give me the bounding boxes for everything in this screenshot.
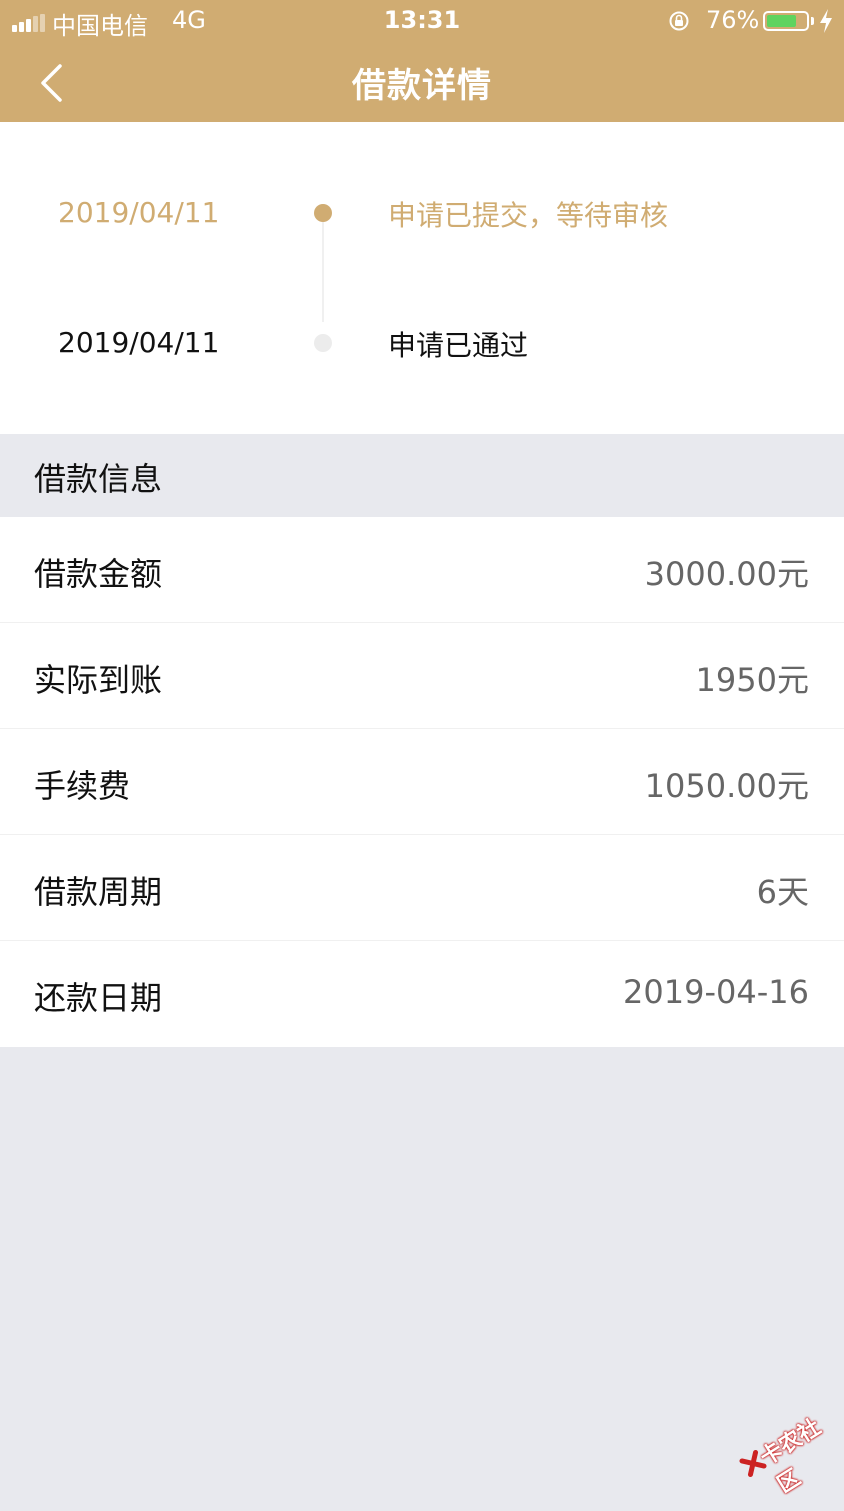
info-label: 手续费	[34, 767, 131, 805]
info-row-loan-period: 借款周期 6天	[0, 835, 844, 941]
info-value: 6天	[756, 873, 809, 911]
nav-bar: 借款详情	[0, 44, 844, 122]
info-value: 2019-04-16	[623, 973, 809, 1011]
info-value: 1050.00元	[644, 767, 809, 805]
info-row-actual-received: 实际到账 1950元	[0, 623, 844, 729]
info-value: 1950元	[695, 661, 809, 699]
timeline-step-text: 申请已提交，等待审核	[388, 199, 669, 232]
timeline-step-text: 申请已通过	[388, 329, 529, 362]
info-row-repayment-date: 还款日期 2019-04-16	[0, 941, 844, 1047]
battery-icon	[763, 11, 809, 31]
rotation-lock-icon	[669, 11, 689, 31]
section-title: 借款信息	[34, 460, 163, 498]
info-label: 实际到账	[34, 661, 163, 699]
charging-bolt-icon	[820, 9, 832, 33]
progress-timeline: 2019/04/11 申请已提交，等待审核 2019/04/11 申请已通过	[0, 122, 844, 434]
timeline-connector	[322, 222, 324, 322]
battery-nub	[811, 17, 814, 25]
info-label: 借款周期	[34, 873, 163, 911]
battery-level	[767, 15, 796, 27]
info-row-fee: 手续费 1050.00元	[0, 729, 844, 835]
status-bar: 中国电信 4G 13:31 76%	[0, 0, 844, 44]
watermark-logo: 卡农社区	[729, 1395, 844, 1507]
info-label: 借款金额	[34, 555, 163, 593]
page-title: 借款详情	[352, 66, 492, 106]
battery-percent: 76%	[706, 6, 760, 34]
info-row-loan-amount: 借款金额 3000.00元	[0, 517, 844, 623]
timeline-dot-active	[314, 204, 332, 222]
info-value: 3000.00元	[644, 555, 809, 593]
loan-info-list: 借款金额 3000.00元 实际到账 1950元 手续费 1050.00元 借款…	[0, 517, 844, 1047]
watermark-text: 卡农社区	[756, 1414, 826, 1499]
timeline-dot	[314, 334, 332, 352]
loan-info-section-header: 借款信息	[0, 434, 844, 517]
timeline-step-date: 2019/04/11	[58, 326, 220, 359]
app-header: 中国电信 4G 13:31 76% 借款详情	[0, 0, 844, 122]
info-label: 还款日期	[34, 979, 163, 1017]
timeline-step-date: 2019/04/11	[58, 196, 220, 229]
